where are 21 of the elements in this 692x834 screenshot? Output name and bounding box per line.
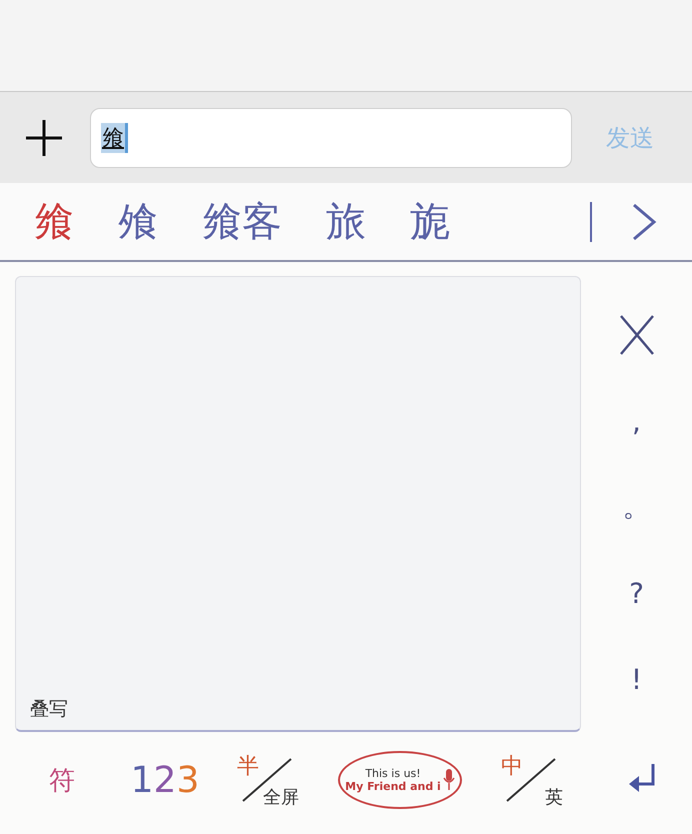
chevron-right-icon[interactable] (590, 202, 658, 242)
candidate[interactable]: 旅 (326, 194, 366, 249)
voice-key[interactable]: This is us! My Friend and i (338, 751, 462, 809)
punctuation-key[interactable]: , (606, 378, 666, 464)
number-key[interactable]: 123 (130, 760, 200, 800)
candidate[interactable]: 旎 (410, 194, 450, 249)
toggle-key[interactable]: 中 英 (501, 751, 563, 809)
add-icon[interactable] (24, 118, 64, 158)
toggle-key[interactable]: 半 全屏 (237, 751, 299, 809)
candidate[interactable]: 飧 (118, 194, 158, 249)
mode-label: 叠写 (30, 697, 69, 722)
punctuation-key[interactable]: 。 (606, 464, 666, 550)
handwriting-pad[interactable]: 叠写 (15, 276, 581, 732)
message-field[interactable]: 飨 (90, 108, 572, 168)
punctuation-key[interactable]: ? (606, 550, 666, 636)
candidate[interactable]: 飨 (34, 194, 74, 249)
close-icon[interactable] (618, 313, 656, 357)
microphone-icon (442, 768, 455, 792)
candidate[interactable]: 飨客 (202, 194, 282, 249)
punctuation-key[interactable]: ! (606, 636, 666, 722)
symbol-key[interactable]: 符 (49, 762, 75, 798)
